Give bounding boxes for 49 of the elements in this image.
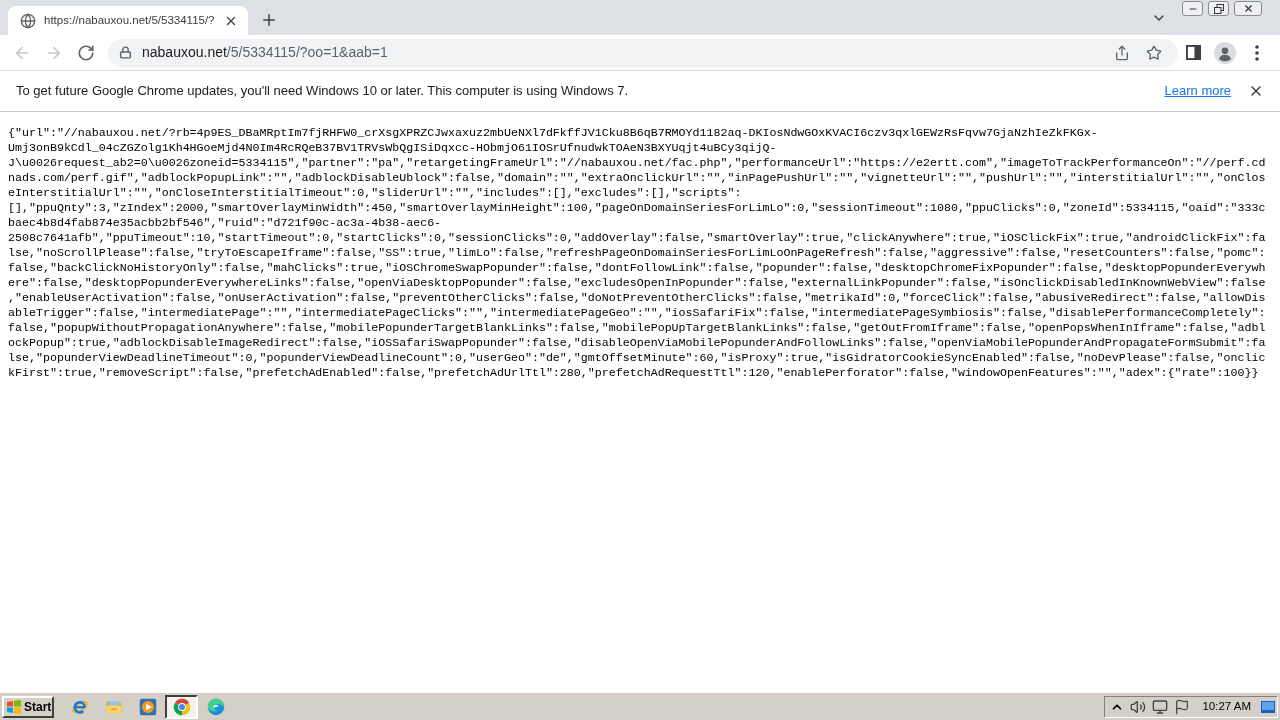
- info-message: To get future Google Chrome updates, you'll need Windows 10 or later. This computer is using Windows 7.: [16, 82, 629, 101]
- media-player-icon: [138, 697, 157, 716]
- json-text-line: J\u0026request_ab2=0\u0026zoneid=5334115","partner":"pa","retargetingFrameUrl":"//nabauxou.net/fac.php","performanceUrl":"https://e2ertt.com","imageToTrackPerformanceOn":"//perf.cd: [8, 155, 1266, 170]
- address-bar[interactable]: nabauxou.net/5/5334115/?oo=1&aab=1: [108, 38, 1178, 67]
- close-button[interactable]: [1234, 1, 1262, 16]
- menu-icon: [1255, 44, 1259, 61]
- json-text-line: baec4b8d4fab874e35acbb2bf546","ruid":"d721f90c-ac3a-4b38-aec6-: [8, 215, 442, 230]
- start-button[interactable]: Start: [2, 695, 54, 718]
- browser-icon: [206, 697, 225, 716]
- taskbar-app-button[interactable]: [165, 694, 198, 719]
- side-panel-icon: [1185, 45, 1201, 60]
- windows-flag-icon: [6, 698, 22, 715]
- minimize-button[interactable]: [1182, 1, 1203, 16]
- json-text-line: eInterstitialUrl":"","onCloseInterstitialTimeout":0,"sliderUrl":"","includes":[],"excludes":[],"scripts":: [8, 185, 742, 200]
- lock-icon: [119, 46, 132, 59]
- restore-button[interactable]: [1208, 1, 1229, 16]
- json-text-line: lse,"noScrollPlease":false,"tryToEscapeIframe":false,"SS":true,"limLo":false,"refreshPageOnDomainSeriesForLimLoOnPageRefresh":false,"aggressive":false,"resetCounters":false,"pomc":: [8, 245, 1266, 260]
- flag-icon[interactable]: [1174, 698, 1191, 715]
- json-text-line: 2508c7641afb","ppuTimeout":10,"startTimeout":0,"startClicks":0,"sessionClicks":0,"addOverlay":false,"smartOverlay":true,"clickAnywhere":true,"iOSClickFix":true,"androidClickFix":fa: [8, 230, 1266, 245]
- json-text-line: {"url":"//nabauxou.net/?rb=4p9ES_DBaMRptIm7fjRHFW0_crXsgXPRZCJwxaxuz2mbUeNXl7dFkffJV1Cku8B6qB7RMOYd1182aq-DKIosNdwGOxKVACI6czv3qxlGEWzRsFqvw7GjaNzhIeZkFKGx-: [8, 125, 1098, 140]
- address-text: nabauxou.net/5/5334115/?oo=1&aab=1: [142, 43, 388, 62]
- share-icon: [1114, 44, 1130, 61]
- json-text-line: [],"ppuQnty":3,"zIndex":2000,"smartOverlayMinWidth":450,"smartOverlayMinHeight":100,"pageOnDomainSeriesForLimLo":0,"sessionTimeout":1080,"ppuClicks":0,"zoneId":5334115,"oaid":"333c: [8, 200, 1266, 215]
- star-icon: [1146, 44, 1162, 61]
- json-text-line: ere":false,"desktopPopunderEverywhereLinks":false,"openViaDesktopPopunder":false,"excludesOpenInPopunder":false,"externalLinkPopunder":false,"isOnclickDisabledInKnownWebView":false: [8, 275, 1266, 290]
- reload-icon: [77, 43, 95, 62]
- speaker-icon[interactable]: [1130, 698, 1147, 715]
- plus-icon: [260, 11, 278, 29]
- close-icon: [1242, 3, 1254, 14]
- learn-more-link[interactable]: Learn more: [1164, 81, 1231, 101]
- json-text-line: false,"backClickNoHistoryOnly":false,"mahClicks":true,"iOSChromeSwapPopunder":false,"dontFollowLink":false,"popunder":false,"desktopChromeFixPopunder":false,"desktopPopunderEverywh: [8, 260, 1266, 275]
- json-text-line: Umj3onB9kCdl_04cZGZolg1Kh4HGoeMjd4N0Im4RcRQeB37BV1TRVsWbQgISiDqxcc-HObmjO61IOSrUfnudwkTOAeN3BXYUqjt4uBCy3qijQ-: [8, 140, 777, 155]
- json-text-line: nads.com/perf.gif","adblockPopupLink":"","adblockDisableUblock":false,"domain":"","extraOnclickUrl":"","inPagePushUrl":"","vignetteUrl":"","pushUrl":"","interstitialUrl":"","onClos: [8, 170, 1266, 185]
- monitor-icon[interactable]: [1152, 698, 1169, 715]
- clock-time[interactable]: 10:27 AM: [1202, 697, 1251, 716]
- json-text-line: ableTrigger":false,"intermediatePage":"","intermediatePageClicks":"","intermediatePageGeo":"","iosSafariFix":false,"intermediatePageSymbiosis":false,"disablePerformanceCompletely":: [8, 305, 1266, 320]
- json-text-line: ockPopup":true,"adblockDisableImageRedirect":false,"iOSSafariSwapPopunder":false,"disableOpenViaMobilePopunderAndFollowLinks":false,"openViaMobilePopunderAndPropagateFormSubmit":fa: [8, 335, 1266, 350]
- json-text-line: lse,"popunderViewDeadlineTimeout":0,"popunderViewDeadlineCount":0,"userGeo":"de","gmtOffsetMinute":60,"isProxy":true,"isGidratorCookieSyncEnabled":false,"noDevPlease":false,"onclic: [8, 350, 1266, 365]
- chrome-browser-icon: [172, 697, 191, 716]
- tab-title: https://nabauxou.net/5/5334115/?: [44, 12, 215, 28]
- browser-tab[interactable]: https://nabauxou.net/5/5334115/?: [8, 6, 248, 35]
- json-text-line: kFirst":true,"removeScript":false,"prefetchAdEnabled":false,"prefetchAdUrlTtl":280,"prefetchAdRequestTtl":120,"enablePerforator":false,"windowOpenFeatures":"","adex":{"rate":100}}: [8, 365, 1259, 380]
- globe-icon: [20, 12, 36, 29]
- json-text-line: false,"popupWithoutPropagationAnywhere":false,"mobilePopunderTargetBlankLinks":false,"mobilePopUpTargetBlankLinks":false,"getOutFromIframe":false,"openPopsWhenInIframe":false,"adbl: [8, 320, 1266, 335]
- restore-icon: [1213, 3, 1224, 14]
- show-desktop-icon[interactable]: [1261, 700, 1275, 713]
- close-icon: [1248, 83, 1264, 99]
- json-text-line: ,"enableUserActivation":false,"onUserActivation":false,"preventOtherClicks":false,"doNotPreventOtherClicks":false,"metrikaId":0,"forceClick":false,"abusiveRedirect":false,"allowDis: [8, 290, 1266, 305]
- profile-avatar-icon: [1214, 41, 1236, 64]
